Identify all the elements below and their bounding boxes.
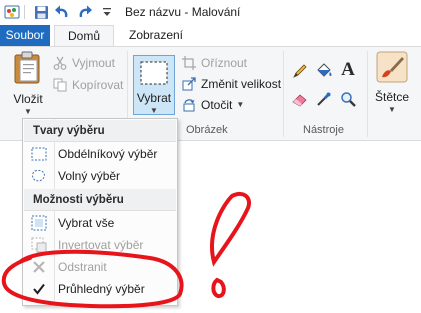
menu-item-select-all[interactable]: Vybrat vše <box>24 212 176 234</box>
free-form-selection-icon <box>24 165 54 187</box>
menu-item-free-form-selection[interactable]: Volný výběr <box>24 165 176 187</box>
menu-item-label: Invertovat výběr <box>58 238 144 252</box>
menu-item-label: Volný výběr <box>58 169 121 183</box>
tools-group-label: Nástroje <box>303 124 344 136</box>
rotate-icon <box>181 97 197 113</box>
undo-icon[interactable] <box>54 4 70 20</box>
image-group-label: Obrázek <box>186 124 228 136</box>
magnifier-icon[interactable] <box>338 89 358 109</box>
chevron-down-icon: ▼ <box>388 105 396 114</box>
crop-icon <box>181 55 197 71</box>
crop-button[interactable]: Oříznout <box>181 53 247 73</box>
select-all-icon <box>24 212 54 234</box>
copy-icon <box>52 77 68 93</box>
rotate-button[interactable]: Otočit ▼ <box>181 95 244 115</box>
paste-button[interactable]: Vložit ▼ <box>8 51 48 116</box>
paste-label: Vložit <box>13 92 43 106</box>
tab-file[interactable]: Soubor <box>0 25 50 46</box>
menu-item-label: Průhledný výběr <box>58 282 145 296</box>
color-picker-icon[interactable] <box>314 89 334 109</box>
select-dropdown-menu: Tvary výběru Obdélníkový výběr Volný výb… <box>22 118 178 306</box>
menu-item-delete[interactable]: Odstranit <box>24 256 176 278</box>
scissors-icon <box>52 55 68 71</box>
resize-icon <box>181 76 197 92</box>
copy-label: Kopírovat <box>72 78 124 92</box>
menu-item-label: Vybrat vše <box>58 216 115 230</box>
window-title: Bez názvu - Malování <box>125 5 241 19</box>
menu-item-invert-selection[interactable]: Invertovat výběr <box>24 234 176 256</box>
eraser-icon[interactable] <box>290 89 310 109</box>
menu-section-header: Možnosti výběru <box>24 189 176 211</box>
select-label: Vybrat <box>136 91 172 105</box>
chevron-down-icon: ▼ <box>236 100 245 109</box>
select-button[interactable]: Vybrat ▼ <box>133 55 175 115</box>
invert-selection-icon <box>24 234 54 256</box>
delete-icon <box>24 256 54 278</box>
brushes-button[interactable]: Štětce ▼ <box>372 51 412 114</box>
group-separator <box>367 51 368 137</box>
pencil-icon[interactable] <box>290 61 310 81</box>
title-bar: Bez názvu - Malování <box>0 0 421 25</box>
group-separator <box>283 51 284 137</box>
menu-item-label: Odstranit <box>58 260 107 274</box>
chevron-down-icon: ▼ <box>150 106 158 115</box>
ribbon-tabs: Soubor Domů Zobrazení <box>0 25 421 47</box>
save-icon[interactable] <box>33 4 49 20</box>
chevron-down-icon: ▼ <box>24 107 32 116</box>
tab-view[interactable]: Zobrazení <box>120 25 192 46</box>
rectangle-selection-icon <box>24 143 54 165</box>
clipboard-icon <box>13 51 43 88</box>
cut-button[interactable]: Vyjmout <box>52 53 115 73</box>
brush-icon <box>376 51 408 86</box>
rotate-label: Otočit <box>201 98 233 112</box>
customize-quick-access-icon[interactable] <box>99 4 115 20</box>
resize-label: Změnit velikost <box>201 77 282 91</box>
cut-label: Vyjmout <box>72 56 115 70</box>
copy-button[interactable]: Kopírovat <box>52 75 123 95</box>
menu-item-transparent-selection[interactable]: Průhledný výběr <box>24 278 176 300</box>
resize-button[interactable]: Změnit velikost <box>181 74 281 94</box>
paint-app-icon[interactable] <box>4 4 20 20</box>
quick-access-separator <box>24 5 25 19</box>
menu-item-label: Obdélníkový výběr <box>58 147 158 161</box>
crop-label: Oříznout <box>201 56 248 70</box>
tab-home[interactable]: Domů <box>54 25 114 47</box>
redo-icon[interactable] <box>77 4 93 20</box>
menu-item-rectangular-selection[interactable]: Obdélníkový výběr <box>24 143 176 165</box>
checkmark-icon <box>24 278 54 300</box>
selection-rectangle-icon <box>139 60 169 89</box>
text-tool-icon[interactable]: A <box>338 59 358 80</box>
brushes-label: Štětce <box>374 90 410 104</box>
menu-section-header: Tvary výběru <box>24 120 176 142</box>
fill-bucket-icon[interactable] <box>314 61 334 81</box>
